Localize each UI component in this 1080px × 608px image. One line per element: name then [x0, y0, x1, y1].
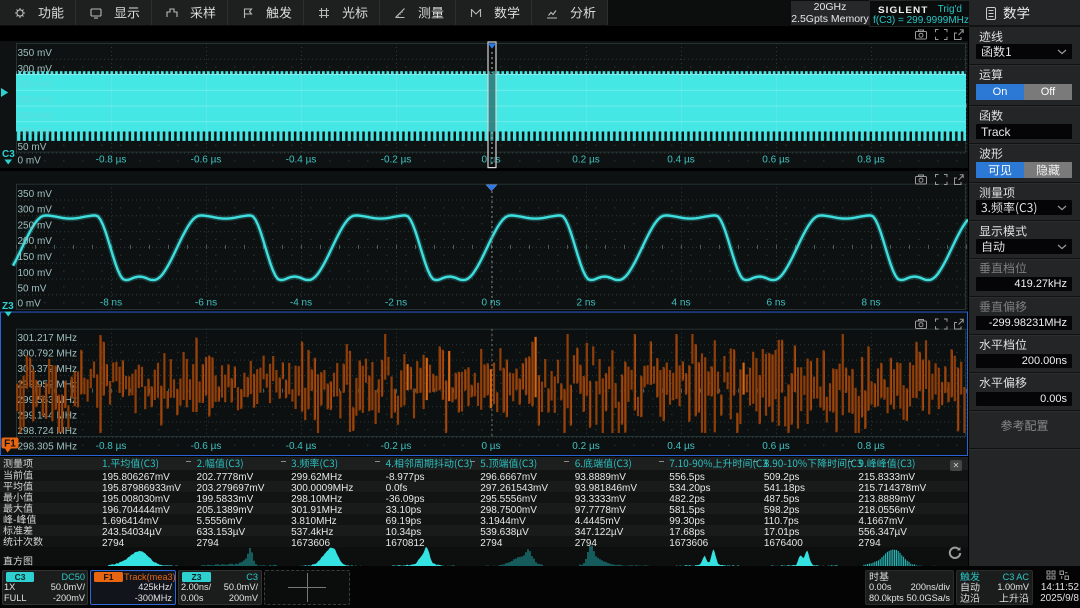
svg-text:F1: F1 [4, 439, 16, 450]
svg-text:0.8 µs: 0.8 µs [857, 441, 884, 452]
svg-text:300 mV: 300 mV [18, 205, 53, 216]
svg-text:-2 ns: -2 ns [385, 298, 407, 309]
svg-text:0.8 µs: 0.8 µs [857, 155, 884, 166]
svg-text:-0.2 µs: -0.2 µs [381, 155, 412, 166]
svg-text:50 mV: 50 mV [18, 284, 47, 295]
svg-text:-0.8 µs: -0.8 µs [96, 441, 127, 452]
svg-text:150 mV: 150 mV [18, 111, 53, 122]
svg-text:350 mV: 350 mV [18, 189, 53, 200]
svg-text:200 mV: 200 mV [18, 236, 53, 247]
svg-text:0.2 µs: 0.2 µs [572, 155, 599, 166]
svg-text:-0.6 µs: -0.6 µs [191, 155, 222, 166]
svg-text:100 mV: 100 mV [18, 268, 53, 279]
svg-text:200 mV: 200 mV [18, 95, 53, 106]
svg-text:250 mV: 250 mV [18, 80, 53, 91]
svg-text:250 mV: 250 mV [18, 220, 53, 231]
svg-text:298.305 MHz: 298.305 MHz [18, 442, 77, 453]
svg-text:6 ns: 6 ns [767, 298, 786, 309]
svg-text:0.6 µs: 0.6 µs [762, 441, 789, 452]
svg-text:150 mV: 150 mV [18, 252, 53, 263]
svg-text:0.4 µs: 0.4 µs [667, 155, 694, 166]
svg-text:-0.8 µs: -0.8 µs [96, 155, 127, 166]
svg-text:-0.2 µs: -0.2 µs [381, 441, 412, 452]
svg-text:0 mV: 0 mV [18, 156, 42, 167]
svg-text:350 mV: 350 mV [18, 48, 53, 59]
svg-text:-6 ns: -6 ns [195, 298, 217, 309]
svg-text:0.2 µs: 0.2 µs [572, 441, 599, 452]
svg-text:4 ns: 4 ns [672, 298, 691, 309]
svg-text:Z3: Z3 [2, 301, 14, 312]
svg-text:301.217 MHz: 301.217 MHz [18, 333, 77, 344]
svg-text:-8 ns: -8 ns [100, 298, 122, 309]
svg-text:-4 ns: -4 ns [290, 298, 312, 309]
svg-text:50 mV: 50 mV [18, 142, 47, 153]
svg-text:0 mV: 0 mV [18, 299, 42, 310]
svg-text:0.6 µs: 0.6 µs [762, 155, 789, 166]
svg-text:C3: C3 [2, 149, 15, 160]
svg-text:8 ns: 8 ns [862, 298, 881, 309]
svg-text:0 µs: 0 µs [481, 441, 500, 452]
svg-text:-0.6 µs: -0.6 µs [191, 441, 222, 452]
svg-text:0.4 µs: 0.4 µs [667, 441, 694, 452]
svg-text:100 mV: 100 mV [18, 126, 53, 137]
svg-text:-0.4 µs: -0.4 µs [286, 441, 317, 452]
svg-text:-0.4 µs: -0.4 µs [286, 155, 317, 166]
svg-text:0 ns: 0 ns [482, 298, 501, 309]
svg-text:300 mV: 300 mV [18, 64, 53, 75]
svg-text:299.563 MHz: 299.563 MHz [18, 395, 77, 406]
svg-text:2 ns: 2 ns [577, 298, 596, 309]
